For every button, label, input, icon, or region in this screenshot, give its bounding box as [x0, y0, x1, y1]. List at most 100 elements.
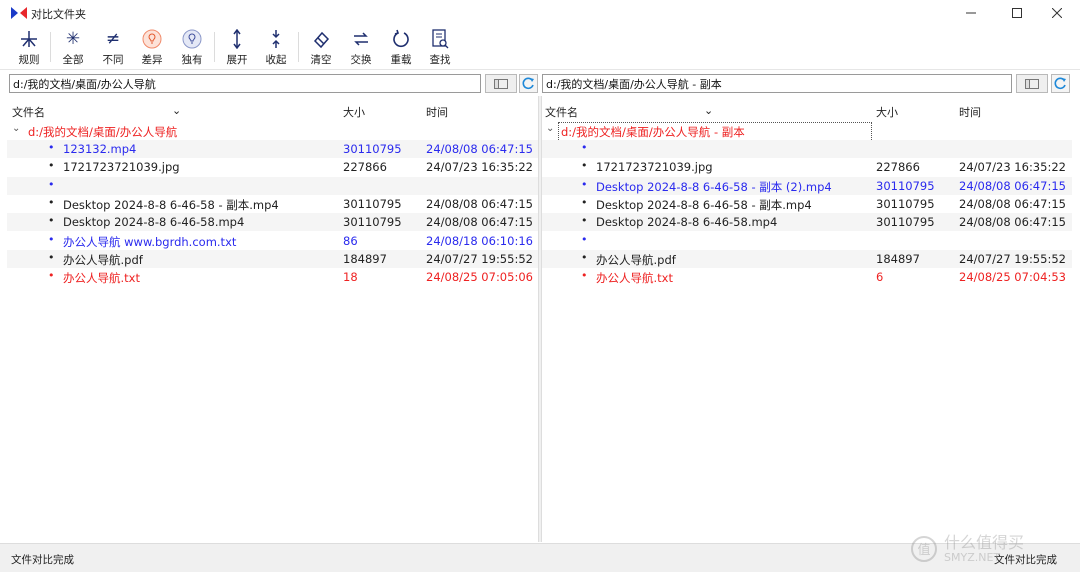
left-file-row[interactable]: • 办公人导航.txt 18 24/08/25 07:05:06 [7, 268, 538, 286]
file-bullet-icon: • [48, 232, 55, 246]
right-path-input[interactable] [542, 74, 1012, 93]
different-button[interactable]: ≠ 不同 [94, 29, 132, 67]
toolbar-divider [50, 32, 51, 62]
rules-icon [19, 29, 39, 49]
right-file-row[interactable]: • Desktop 2024-8-8 6-46-58 - 副本 (2).mp4 30… [542, 176, 1072, 195]
close-button[interactable] [1034, 0, 1080, 26]
file-size: 6 [876, 270, 884, 285]
left-file-row[interactable]: • Desktop 2024-8-8 6-46-58 - 副本.mp4 301107… [7, 195, 538, 213]
right-browse-button[interactable] [1016, 74, 1048, 93]
maximize-icon [1012, 8, 1022, 18]
file-bullet-icon: • [48, 195, 55, 209]
file-time: 24/08/25 07:04:53 [959, 270, 1066, 285]
file-time: 24/08/08 06:47:15 [426, 142, 533, 156]
unique-label: 独有 [181, 54, 203, 66]
expand-button[interactable]: 展开 [218, 29, 256, 67]
find-button[interactable]: 查找 [421, 29, 459, 67]
swap-icon [351, 29, 371, 49]
file-bullet-icon: • [581, 250, 588, 264]
right-file-row[interactable]: • [542, 232, 1072, 250]
right-file-row[interactable]: • 1721723721039.jpg 227866 24/07/23 16:35:2… [542, 158, 1072, 176]
minimize-button[interactable] [948, 0, 994, 26]
right-file-row[interactable]: • [542, 140, 1072, 158]
reload-icon [391, 29, 411, 49]
expand-label: 展开 [226, 54, 248, 66]
left-file-row[interactable]: • [7, 176, 538, 195]
left-file-tree[interactable]: ⌄ 文件名 大小 时间 ⌄ d:/我的文档/桌面/办公人导航 • 123132.m… [7, 96, 538, 542]
right-file-tree[interactable]: ⌄ 文件名 大小 时间 ⌄ d:/我的文档/桌面/办公人导航 - 副本 • • 17… [542, 96, 1072, 542]
right-refresh-button[interactable] [1051, 74, 1070, 93]
file-size: 30110795 [343, 215, 402, 230]
file-time: 24/08/08 06:47:15 [426, 215, 533, 230]
chevron-down-icon: ⌄ [12, 123, 21, 134]
swap-label: 交换 [350, 54, 372, 66]
file-time: 24/07/23 16:35:22 [959, 160, 1066, 175]
file-time: 24/07/23 16:35:22 [426, 160, 533, 175]
folder-icon [1025, 78, 1039, 89]
collapse-icon [266, 29, 286, 49]
file-size: 227866 [876, 160, 920, 175]
toolbar-divider [214, 32, 215, 62]
right-header-name[interactable]: 文件名 [545, 104, 578, 120]
file-bullet-icon: • [581, 214, 588, 228]
left-header-name[interactable]: 文件名 [12, 104, 45, 120]
left-file-row[interactable]: • 办公人导航 www.bgrdh.com.txt 86 24/08/18 06:10… [7, 232, 538, 250]
swap-button[interactable]: 交换 [342, 29, 380, 67]
diff-label: 差异 [141, 54, 163, 66]
status-text: 文件对比完成 [11, 554, 74, 566]
chevron-down-icon: ⌄ [546, 123, 555, 134]
file-bullet-icon: • [48, 250, 55, 264]
left-header-size[interactable]: 大小 [343, 104, 365, 120]
right-header-size[interactable]: 大小 [876, 104, 898, 120]
watermark-text-block: 什么值得买 SMYZ.NET [944, 534, 1024, 564]
window-title: 对比文件夹 [31, 8, 86, 21]
file-name: Desktop 2024-8-8 6-46-58 - 副本 (2).mp4 [596, 179, 832, 194]
app-compare-icon [11, 7, 27, 19]
file-time: 24/08/08 06:47:15 [959, 215, 1066, 230]
left-path-input[interactable] [9, 74, 481, 93]
toolbar: 规则 ✳ 全部 ≠ 不同 差异 独有 展开 收起 清空 交换 重载 查找 [0, 26, 1080, 70]
file-bullet-icon: • [581, 232, 588, 246]
file-time: 24/08/08 06:47:15 [426, 196, 533, 211]
left-file-row[interactable]: • 1721723721039.jpg 227866 24/07/23 16:35:2… [7, 158, 538, 176]
all-label: 全部 [62, 54, 84, 66]
collapse-label: 收起 [265, 54, 287, 66]
file-size: 86 [343, 233, 358, 248]
left-file-row[interactable]: • Desktop 2024-8-8 6-46-58.mp4 30110795 24/… [7, 213, 538, 232]
file-size: 227866 [343, 160, 387, 175]
unique-button[interactable]: 独有 [173, 29, 211, 67]
bulb-diff-icon [142, 29, 162, 49]
right-file-row[interactable]: • Desktop 2024-8-8 6-46-58.mp4 30110795 24/… [542, 213, 1072, 232]
left-header-time[interactable]: 时间 [426, 104, 448, 120]
find-icon [430, 29, 450, 49]
left-browse-button[interactable] [485, 74, 517, 93]
file-bullet-icon: • [48, 269, 55, 283]
right-file-row[interactable]: • 办公人导航.pdf 184897 24/07/27 19:55:52 [542, 249, 1072, 268]
all-button[interactable]: ✳ 全部 [54, 29, 92, 67]
not-equal-icon: ≠ [105, 29, 121, 49]
file-size: 30110795 [876, 215, 935, 230]
left-column-header: ⌄ 文件名 大小 时间 [7, 96, 538, 122]
sort-caret-icon: ⌄ [704, 104, 714, 117]
file-size: 184897 [343, 251, 387, 266]
left-file-row[interactable]: • 办公人导航.pdf 184897 24/07/27 19:55:52 [7, 249, 538, 268]
collapse-button[interactable]: 收起 [257, 29, 295, 67]
file-size: 18 [343, 270, 358, 285]
left-file-row[interactable]: • 123132.mp4 30110795 24/08/08 06:47:15 [7, 140, 538, 158]
right-file-row[interactable]: • 办公人导航.txt 6 24/08/25 07:04:53 [542, 268, 1072, 286]
right-root-row[interactable]: ⌄ d:/我的文档/桌面/办公人导航 - 副本 [542, 122, 1072, 142]
file-time: 24/08/25 07:05:06 [426, 270, 533, 285]
rules-button[interactable]: 规则 [10, 29, 48, 67]
clear-button[interactable]: 清空 [302, 29, 340, 67]
left-refresh-button[interactable] [519, 74, 538, 93]
watermark-logo-icon: 值 [911, 536, 937, 562]
reload-button[interactable]: 重载 [382, 29, 420, 67]
folder-icon [494, 78, 508, 89]
watermark-title: 什么值得买 [944, 533, 1025, 553]
title-bar: 对比文件夹 [0, 0, 1080, 26]
diff-button[interactable]: 差异 [133, 29, 171, 67]
left-root-row[interactable]: ⌄ d:/我的文档/桌面/办公人导航 [7, 122, 538, 140]
right-header-time[interactable]: 时间 [959, 104, 981, 120]
file-name: 123132.mp4 [63, 142, 137, 156]
right-file-row[interactable]: • Desktop 2024-8-8 6-46-58 - 副本.mp4 301107… [542, 195, 1072, 213]
